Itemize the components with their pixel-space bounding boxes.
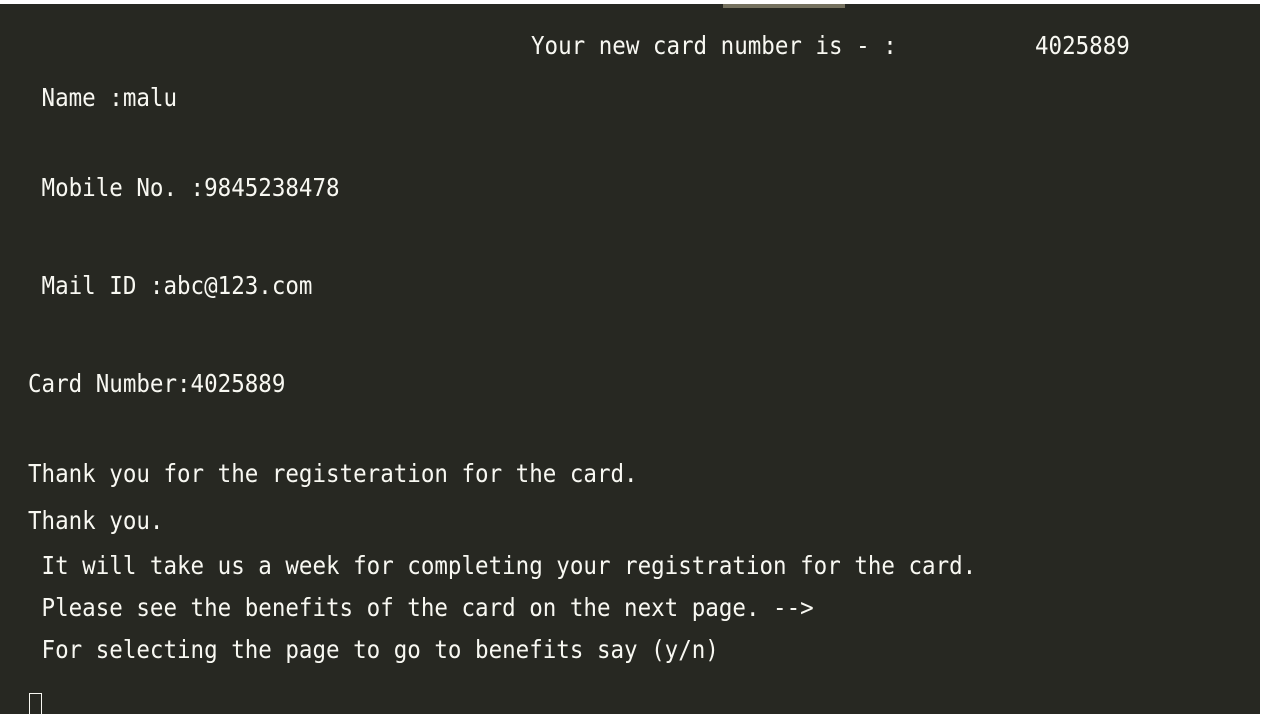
card-number-line: Card Number:4025889 <box>28 369 286 398</box>
name-line: Name :malu <box>28 83 178 112</box>
benefits-notice-line: Please see the benefits of the card on t… <box>28 593 814 622</box>
benefits-prompt-line: For selecting the page to go to benefits… <box>28 635 719 664</box>
week-notice-line: It will take us a week for completing yo… <box>28 551 977 580</box>
terminal-window[interactable]: Your new card number is - : 4025889 Name… <box>0 0 1266 714</box>
card-number-value: 4025889 <box>1035 31 1130 60</box>
card-number-prompt: Your new card number is - : <box>531 31 897 60</box>
top-border <box>0 0 1266 4</box>
right-border <box>1260 0 1266 714</box>
mail-line: Mail ID :abc@123.com <box>28 271 313 300</box>
mobile-line: Mobile No. :9845238478 <box>28 173 340 202</box>
thank-you-line: Thank you. <box>28 506 164 535</box>
thank-you-registration-line: Thank you for the registeration for the … <box>28 459 638 488</box>
scroll-indicator <box>723 4 845 8</box>
input-cursor[interactable] <box>29 693 42 714</box>
